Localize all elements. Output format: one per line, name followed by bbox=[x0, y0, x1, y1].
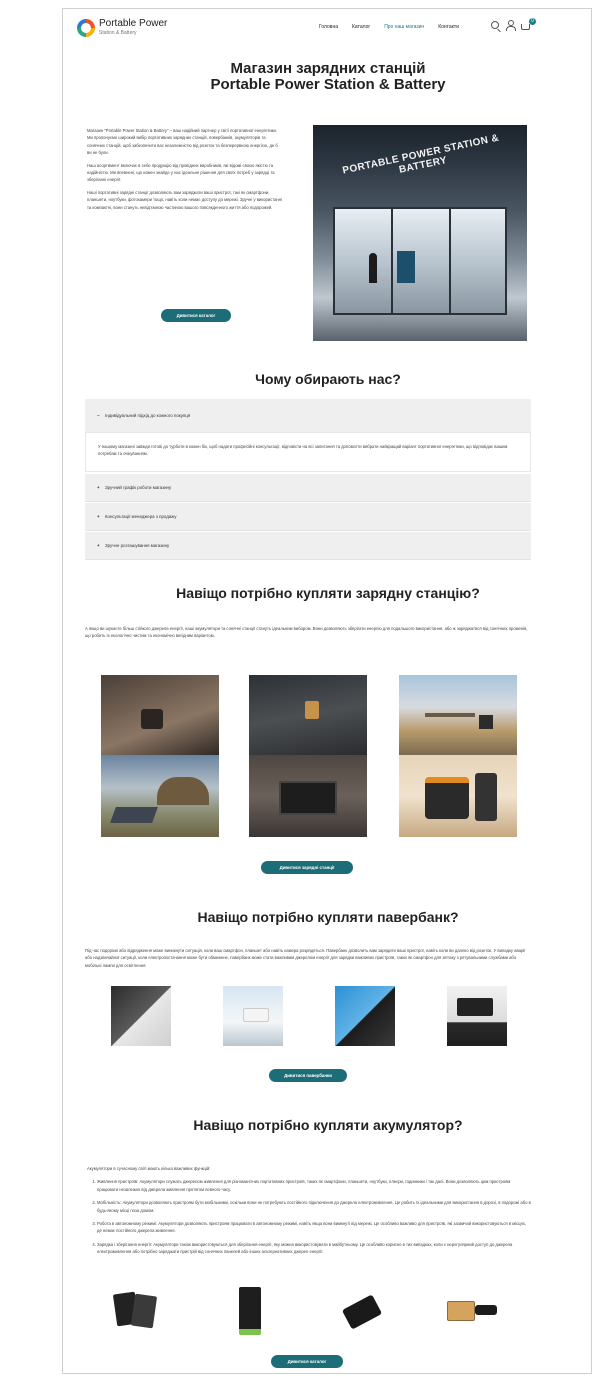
accordion-item[interactable]: + Зручне розташування магазину bbox=[85, 532, 531, 560]
batteries-list: Живлення пристроїв: Акумулятори служать … bbox=[87, 1178, 531, 1255]
accordion-content: У нашому магазині завжди готові до турбо… bbox=[85, 432, 531, 472]
list-item: Мобільність: Акумулятори дозволяють прис… bbox=[97, 1199, 531, 1214]
station-photo bbox=[399, 675, 517, 755]
page-frame: Portable Power Station & Battery Головна… bbox=[62, 8, 592, 1374]
plus-icon: + bbox=[97, 514, 100, 519]
store-kiosk bbox=[397, 251, 415, 283]
plus-icon: + bbox=[97, 543, 100, 548]
intro-paragraph: Наш асортимент включає в себе продукцію … bbox=[87, 162, 275, 183]
logo-title: Portable Power bbox=[99, 17, 168, 29]
cart-count-badge: 0 bbox=[529, 18, 536, 25]
accordion-label: Зручне розташування магазину bbox=[105, 543, 170, 548]
list-item: Робота в автономному режимі: Акумулятори… bbox=[97, 1220, 531, 1235]
battery-photo bbox=[341, 1293, 383, 1333]
station-photo bbox=[101, 755, 219, 837]
accordion-item[interactable]: + Зручний графік роботи магазину bbox=[85, 474, 531, 502]
batteries-lead: Акумулятори в сучасному світі мають кіль… bbox=[87, 1166, 211, 1171]
store-window bbox=[333, 207, 507, 315]
accordion-item[interactable]: − Індивідуальний підхід до кожного покупц… bbox=[85, 399, 531, 433]
batteries-title: Навіщо потрібно купляти акумулятор? bbox=[193, 1117, 463, 1133]
station-photo bbox=[101, 675, 219, 755]
station-photo bbox=[249, 675, 367, 755]
stations-text: А якщо ви шукаєте більш стійкого джерела… bbox=[85, 626, 528, 639]
view-powerbanks-button[interactable]: Дивитися павербанки bbox=[269, 1069, 347, 1082]
logo-subtitle: Station & Battery bbox=[99, 29, 137, 36]
powerbank-photo bbox=[111, 986, 171, 1046]
minus-icon: − bbox=[97, 413, 100, 418]
battery-photo bbox=[235, 1285, 265, 1339]
store-sign-text: PORTABLE POWER STATION & BATTERY bbox=[341, 132, 501, 177]
page-title-line2: Portable Power Station & Battery bbox=[210, 76, 446, 93]
why-us-title: Чому обирають нас? bbox=[255, 371, 401, 387]
site-logo[interactable]: Portable Power Station & Battery bbox=[77, 17, 168, 37]
powerbank-photo bbox=[447, 986, 507, 1046]
batteries-text: Акумулятори в сучасному світі мають кіль… bbox=[87, 1165, 531, 1262]
accordion-label: Консультації менеджера з продажу bbox=[105, 514, 177, 519]
list-item: Зарядка і зберігання енергії: Акумулятор… bbox=[97, 1241, 531, 1256]
powerbank-photo bbox=[335, 986, 395, 1046]
nav-contacts[interactable]: Контакти bbox=[438, 24, 459, 30]
main-nav: Головна Каталог Про наш магазин Контакти bbox=[319, 24, 459, 30]
site-header: Portable Power Station & Battery Головна… bbox=[63, 9, 591, 47]
view-catalog-button[interactable]: Дивитися каталог bbox=[161, 309, 231, 322]
store-photo: PORTABLE POWER STATION & BATTERY bbox=[313, 125, 527, 341]
page-title: Магазин зарядних станцій Portable Power … bbox=[63, 60, 591, 93]
powerbanks-title: Навіщо потрібно купляти павербанк? bbox=[197, 909, 459, 925]
station-photo bbox=[399, 755, 517, 837]
cart-icon[interactable] bbox=[521, 23, 530, 30]
nav-catalog[interactable]: Каталог bbox=[352, 24, 370, 30]
accordion-label: Зручний графік роботи магазину bbox=[105, 485, 172, 490]
store-person bbox=[369, 253, 377, 283]
view-catalog-button-bottom[interactable]: Дивитися каталог bbox=[271, 1355, 343, 1368]
user-icon[interactable] bbox=[505, 20, 516, 31]
stations-title: Навіщо потрібно купляти зарядну станцію? bbox=[176, 585, 480, 601]
list-item: Живлення пристроїв: Акумулятори служать … bbox=[97, 1178, 531, 1193]
intro-paragraph: Наші портативні зарядні станції дозволяю… bbox=[87, 189, 282, 210]
powerbank-photo bbox=[223, 986, 283, 1046]
page-title-line1: Магазин зарядних станцій bbox=[230, 60, 426, 77]
accordion-label: Індивідуальний підхід до кожного покупця bbox=[105, 413, 191, 418]
intro-paragraph: Магазин "Portable Power Station & Batter… bbox=[87, 128, 278, 156]
powerbanks-text: Під час подорожі або відрядження може ви… bbox=[85, 948, 526, 968]
search-icon[interactable] bbox=[491, 21, 499, 29]
battery-photo bbox=[111, 1285, 159, 1335]
accordion-item[interactable]: + Консультації менеджера з продажу bbox=[85, 503, 531, 531]
plus-icon: + bbox=[97, 485, 100, 490]
view-stations-button[interactable]: Дивитися зарядні станції bbox=[261, 861, 353, 874]
nav-about[interactable]: Про наш магазин bbox=[384, 24, 424, 30]
station-photo bbox=[249, 755, 367, 837]
nav-home[interactable]: Головна bbox=[319, 24, 338, 30]
intro-text: Магазин "Portable Power Station & Batter… bbox=[87, 127, 283, 216]
logo-mark-icon bbox=[77, 19, 95, 37]
battery-photo bbox=[445, 1291, 501, 1331]
